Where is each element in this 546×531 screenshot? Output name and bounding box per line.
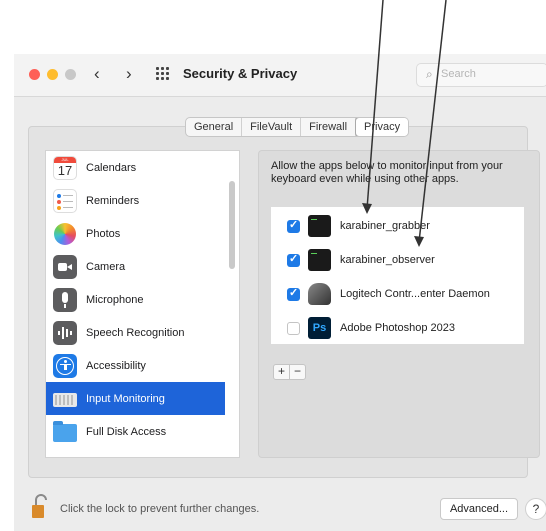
arrow-to-karabiner-grabber <box>366 0 384 210</box>
arrow-to-karabiner-observer <box>418 0 447 243</box>
arrowhead-observer <box>414 236 424 247</box>
arrowhead-grabber <box>362 203 372 214</box>
annotation-arrows <box>362 0 447 247</box>
